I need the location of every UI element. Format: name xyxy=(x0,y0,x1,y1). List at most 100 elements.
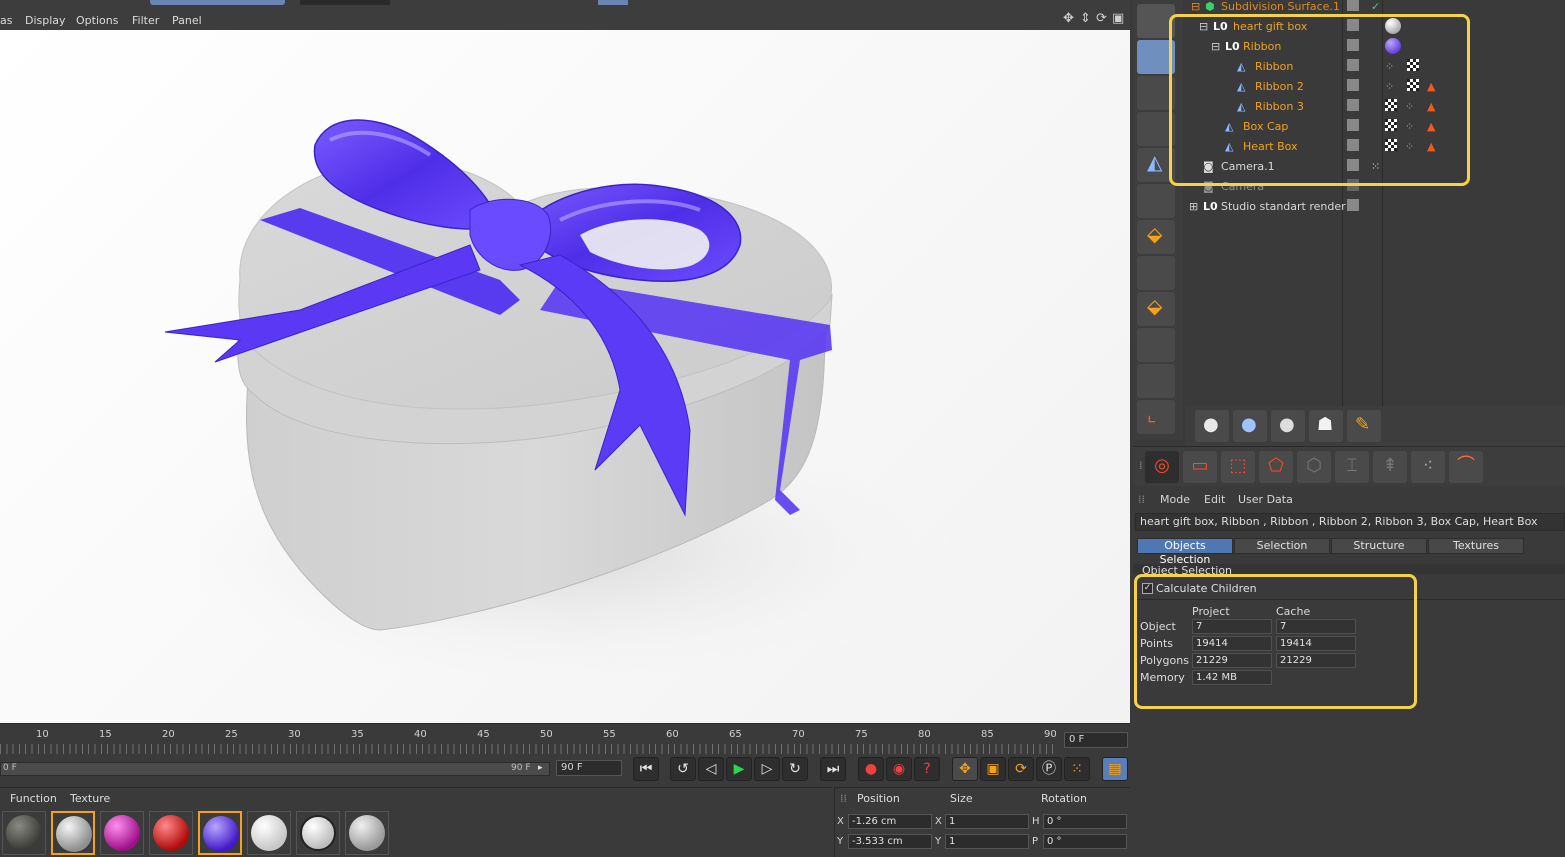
edges-mode-icon[interactable] xyxy=(1137,184,1175,218)
object-manager: ⊟ ⬢ Subdivision Surface.1 ✓ ⊟ L0 heart g… xyxy=(1169,0,1565,406)
cube-tool-icon[interactable]: ⬡ xyxy=(1297,451,1331,483)
next-key-icon[interactable]: ↻ xyxy=(782,757,808,781)
tick-label: 65 xyxy=(729,729,742,740)
size-y-field[interactable]: 1 xyxy=(945,834,1029,849)
tick-label: 90 xyxy=(1044,729,1057,740)
point-level-icon[interactable]: ⁙ xyxy=(1064,757,1090,781)
attribute-manager: ⁞⁞ Mode Edit User Data heart gift box, R… xyxy=(1133,488,1565,857)
previous-frame-icon[interactable]: ◁ xyxy=(698,757,724,781)
end-frame-field[interactable]: 90 F xyxy=(556,760,622,776)
material-swatch[interactable] xyxy=(247,811,291,855)
material-swatch[interactable] xyxy=(100,811,144,855)
record-icon[interactable]: ● xyxy=(858,757,884,781)
highlight-annotation xyxy=(1134,574,1417,709)
menu-edit[interactable]: Edit xyxy=(1204,493,1225,506)
sphere-icon: ● xyxy=(1203,414,1219,435)
expand-icon[interactable]: ⊞ xyxy=(1189,200,1198,213)
parameter-key-icon[interactable]: Ⓟ xyxy=(1036,757,1062,781)
goto-end-icon[interactable]: ⏭ xyxy=(820,757,846,781)
range-arrow-icon[interactable]: ▸ xyxy=(538,763,543,773)
tick-label: 60 xyxy=(666,729,679,740)
rotation-p-field[interactable]: 0 ° xyxy=(1043,834,1127,849)
timeline-window-icon[interactable]: ▤ xyxy=(1102,757,1128,781)
expand-icon[interactable]: ⊟ xyxy=(1191,0,1200,13)
position-x-field[interactable]: -1.26 cm xyxy=(848,814,932,829)
3d-viewport[interactable] xyxy=(0,30,1130,723)
size-x-field[interactable]: 1 xyxy=(945,814,1029,829)
menu-filter[interactable]: Filter xyxy=(132,14,159,27)
object-row[interactable]: ⊞ L0 Studio standart render xyxy=(1185,196,1565,216)
brush-icon: ✎ xyxy=(1355,414,1371,435)
rectangle-selection-icon[interactable]: ▭ xyxy=(1183,451,1217,483)
move-key-icon[interactable]: ✥ xyxy=(952,757,978,781)
maximize-view-icon[interactable]: ▣ xyxy=(1112,11,1124,26)
tab-objects-selection[interactable]: Objects Selection xyxy=(1137,538,1233,566)
scale-key-icon[interactable]: ▣ xyxy=(980,757,1006,781)
visibility-icon[interactable] xyxy=(1347,0,1359,11)
lasso-selection-icon[interactable]: ⬚ xyxy=(1221,451,1255,483)
snap-icon[interactable] xyxy=(1137,364,1175,398)
keyframe-selection-icon[interactable]: ? xyxy=(914,757,940,781)
rotation-h-field[interactable]: 0 ° xyxy=(1043,814,1127,829)
grip-icon: ⁞⁞ xyxy=(840,792,847,805)
menu-texture[interactable]: Texture xyxy=(70,792,110,805)
null-icon: L0 xyxy=(1203,200,1218,213)
tweak-icon[interactable] xyxy=(1137,328,1175,362)
timeline-ruler[interactable]: 10 15 20 25 30 35 40 45 50 55 60 65 70 7… xyxy=(0,723,1130,757)
material-swatch[interactable] xyxy=(2,811,46,855)
subdivision-icon: ⬢ xyxy=(1205,0,1215,13)
tab-selection[interactable]: Selection xyxy=(1234,538,1330,554)
play-icon[interactable]: ▶ xyxy=(726,757,752,781)
material-swatch[interactable] xyxy=(149,811,193,855)
menu-user-data[interactable]: User Data xyxy=(1238,493,1293,506)
points-tool-icon[interactable]: ⁖ xyxy=(1411,451,1445,483)
current-frame-field[interactable]: 0 F xyxy=(1064,732,1128,748)
menu-panel[interactable]: Panel xyxy=(172,14,202,27)
object-name[interactable]: Studio standart render xyxy=(1221,200,1346,213)
menu-cameras[interactable]: as xyxy=(0,14,12,27)
live-selection-icon[interactable]: ◎ xyxy=(1145,451,1179,483)
polygon-selection-icon[interactable]: ⬠ xyxy=(1259,451,1293,483)
spline-tool-icon[interactable]: ⌒ xyxy=(1449,451,1483,483)
tab-structure[interactable]: Structure xyxy=(1331,538,1427,554)
material-swatch-selected[interactable] xyxy=(51,811,95,855)
goto-start-icon[interactable]: ⏮ xyxy=(633,757,659,781)
range-start-label: 0 F xyxy=(3,763,17,773)
timeline-ticks xyxy=(0,744,1058,754)
axis-label: X xyxy=(837,816,844,827)
autokey-icon[interactable]: ◉ xyxy=(886,757,912,781)
rotate-view-icon[interactable]: ⟳ xyxy=(1096,11,1107,26)
menu-options[interactable]: Options xyxy=(76,14,118,27)
menu-mode[interactable]: Mode xyxy=(1160,493,1190,506)
grip-icon: ⁞⁞ xyxy=(1138,493,1145,506)
previous-key-icon[interactable]: ↺ xyxy=(670,757,696,781)
material-swatch-studio[interactable] xyxy=(296,811,340,855)
material-swatch[interactable] xyxy=(345,811,389,855)
points-icon: ◭ xyxy=(1147,150,1163,174)
heart-gift-box-render xyxy=(130,119,990,700)
knife-tool-icon[interactable]: ⌶ xyxy=(1335,451,1369,483)
enabled-check-icon[interactable]: ✓ xyxy=(1371,0,1380,13)
move-view-icon[interactable]: ✥ xyxy=(1063,11,1074,26)
tab-textures[interactable]: Textures xyxy=(1428,538,1524,554)
tick-label: 25 xyxy=(225,729,238,740)
uv-mode-icon[interactable] xyxy=(1137,256,1175,290)
selection-tools-bar: ⁞ ◎ ▭ ⬚ ⬠ ⬡ ⌶ ⇞ ⁖ ⌒ xyxy=(1133,446,1565,486)
toolbar-fragment-dark xyxy=(300,0,390,5)
next-frame-icon[interactable]: ▷ xyxy=(754,757,780,781)
menu-function[interactable]: Function xyxy=(10,792,57,805)
viewport-menu-bar: as Display Options Filter Panel ✥ ⇕ ⟳ ▣ xyxy=(0,0,1130,30)
position-header: Position xyxy=(857,792,900,805)
rotation-key-icon[interactable]: ⟳ xyxy=(1008,757,1034,781)
extrude-tool-icon[interactable]: ⇞ xyxy=(1373,451,1407,483)
preview-range-slider[interactable]: 0 F 90 F ▸ xyxy=(0,762,550,776)
position-y-field[interactable]: -3.533 cm xyxy=(848,834,932,849)
visibility-icon[interactable] xyxy=(1347,199,1359,211)
object-name[interactable]: Subdivision Surface.1 xyxy=(1221,0,1340,13)
zoom-view-icon[interactable]: ⇕ xyxy=(1080,11,1091,26)
axis-label: Y xyxy=(837,836,844,847)
toolbar-fragment xyxy=(150,0,285,5)
menu-display[interactable]: Display xyxy=(25,14,66,27)
highlight-annotation xyxy=(1169,14,1470,186)
material-swatch-ribbon[interactable] xyxy=(198,811,242,855)
